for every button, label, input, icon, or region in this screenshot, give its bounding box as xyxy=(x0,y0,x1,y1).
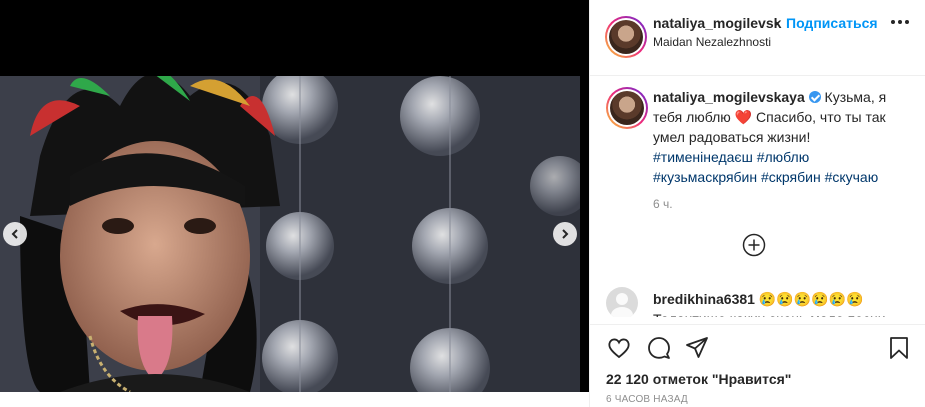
commenter-username[interactable]: bredikhina6381 xyxy=(653,291,755,307)
chevron-right-icon xyxy=(562,229,569,239)
caption-time: 6 ч. xyxy=(653,197,673,211)
verified-badge-icon xyxy=(808,91,821,103)
comment-icon[interactable] xyxy=(646,335,672,361)
media-letterbox-bottom xyxy=(0,392,589,407)
caption-hashtags[interactable]: #тименінедаєш #люблю #кузьмаскрябин #скр… xyxy=(653,149,878,185)
heart-emoji: ❤️ xyxy=(734,109,753,125)
author-username[interactable]: nataliya_mogilevsk xyxy=(653,15,781,31)
header-separator: • xyxy=(774,15,779,31)
prev-photo-button[interactable] xyxy=(3,222,27,246)
caption-username[interactable]: nataliya_mogilevskaya xyxy=(653,89,805,105)
caption-text: nataliya_mogilevskaya Кузьма, я тебя люб… xyxy=(653,87,913,187)
paper-plane-icon[interactable] xyxy=(684,335,710,361)
likes-number: 22 120 xyxy=(606,371,649,387)
media-letterbox-top xyxy=(0,0,589,76)
plus-circle-icon[interactable] xyxy=(742,233,766,257)
post-media[interactable] xyxy=(0,0,589,407)
bookmark-icon[interactable] xyxy=(886,335,912,361)
likes-count[interactable]: 22 120 отметок "Нравится" xyxy=(606,371,791,387)
commenter-avatar[interactable] xyxy=(606,287,638,317)
next-photo-button[interactable] xyxy=(553,222,577,246)
likes-suffix: отметок "Нравится" xyxy=(648,371,792,387)
heart-outline-icon[interactable] xyxy=(606,335,632,361)
post-actions xyxy=(590,324,925,370)
follow-button[interactable]: Подписаться xyxy=(786,15,878,31)
post-header: nataliya_mogilevsk • Подписаться Maidan … xyxy=(590,0,925,76)
caption-avatar[interactable] xyxy=(606,87,648,129)
author-avatar[interactable] xyxy=(605,16,647,58)
more-options-icon[interactable] xyxy=(891,20,911,26)
post-sidebar: nataliya_mogilevsk • Подписаться Maidan … xyxy=(589,0,925,407)
post-location[interactable]: Maidan Nezalezhnosti xyxy=(653,35,771,49)
comment-text: bredikhina6381 😢😢😢😢😢😢 Талантище каких оч… xyxy=(653,289,913,317)
chevron-left-icon xyxy=(11,229,18,239)
comment-item: bredikhina6381 😢😢😢😢😢😢 Талантище каких оч… xyxy=(606,287,916,317)
post-photo xyxy=(0,76,580,392)
post-timestamp[interactable]: 6 часов назад xyxy=(606,394,688,405)
